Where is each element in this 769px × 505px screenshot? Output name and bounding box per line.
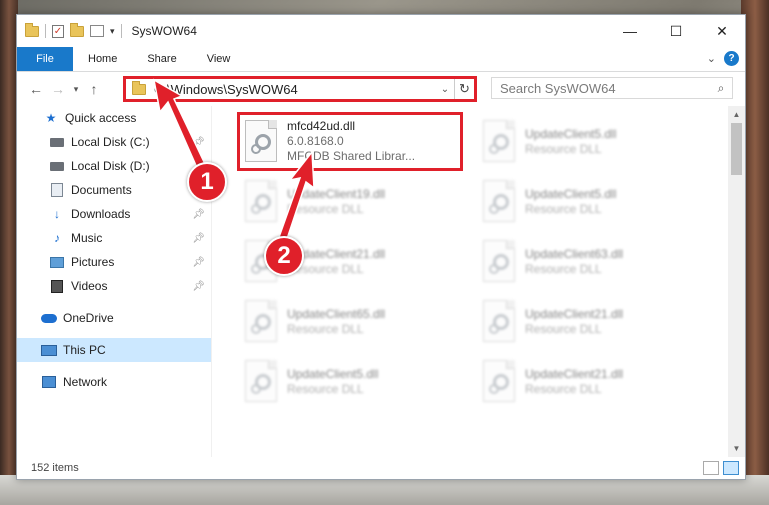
step-2-badge: 2 bbox=[264, 236, 304, 276]
step-1-badge: 1 bbox=[187, 162, 227, 202]
arrow-2-shape bbox=[277, 149, 315, 243]
annotation-arrows bbox=[152, 78, 315, 243]
arrow-1-shape bbox=[152, 78, 207, 172]
